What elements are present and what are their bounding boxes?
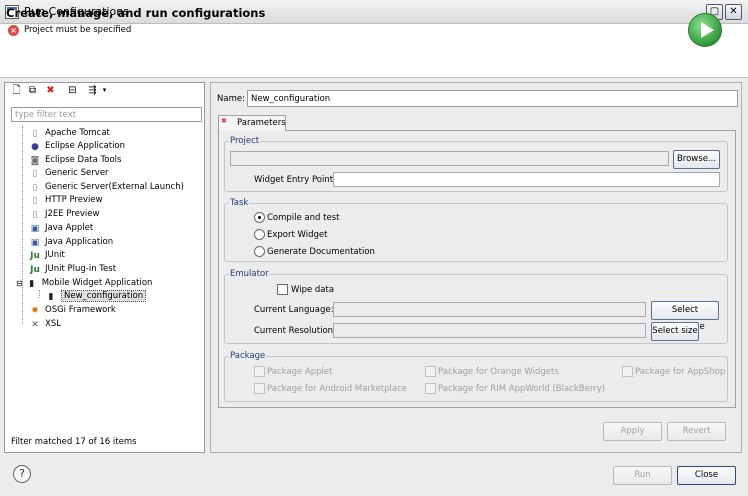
project-field [230, 151, 669, 166]
tab-parameters-label: Parameters [237, 118, 286, 128]
tree-item-xsl[interactable]: ✕ XSL [30, 318, 61, 331]
package-applet-checkbox[interactable] [254, 366, 265, 377]
junit-plugin-icon: Ju [30, 264, 40, 275]
mobile-widget-icon: ▮ [48, 291, 54, 302]
tree-item-junit-plugin[interactable]: Ju JUnit Plug-in Test [30, 263, 116, 276]
tree-item-osgi-framework[interactable]: ✹ OSGi Framework [30, 304, 116, 317]
package-appshop-checkbox[interactable] [622, 366, 633, 377]
database-icon: ◙ [30, 155, 40, 166]
server-icon: ▯ [32, 195, 38, 206]
tree-item-eclipse-application[interactable]: ● Eclipse Application [30, 140, 125, 153]
server-icon: ▯ [32, 168, 38, 179]
package-rim-checkbox[interactable] [425, 383, 436, 394]
package-orange-label: Package for Orange Widgets [438, 367, 559, 377]
tree-item-http-preview[interactable]: ▯ HTTP Preview [30, 194, 103, 207]
header-message: Project must be specified [24, 25, 132, 35]
error-icon: ✖ [221, 117, 227, 125]
applet-icon: ▣ [30, 223, 40, 234]
revert-button[interactable]: Revert [667, 422, 726, 441]
package-android-checkbox[interactable] [254, 383, 265, 394]
junit-icon: Ju [30, 250, 40, 261]
error-icon: × [8, 25, 19, 36]
run-banner-icon [688, 13, 722, 47]
package-group [224, 356, 728, 402]
delete-config-icon[interactable]: ✖ [44, 84, 57, 97]
tree-item-generic-server-external[interactable]: ▯ Generic Server(External Launch) [30, 181, 184, 194]
duplicate-config-icon[interactable]: ⧉ [26, 84, 39, 97]
package-appshop-label: Package for AppShop [635, 367, 726, 377]
current-language-field [333, 302, 646, 317]
run-button[interactable]: Run [613, 466, 672, 485]
chevron-down-icon[interactable]: ▾ [98, 84, 111, 97]
package-orange-checkbox[interactable] [425, 366, 436, 377]
tomcat-icon: ▯ [32, 128, 38, 139]
package-android-label: Package for Android Marketplace [267, 384, 407, 394]
radio-compile-and-test[interactable] [254, 212, 265, 223]
wipe-data-checkbox[interactable] [277, 284, 288, 295]
tree-item-generic-server[interactable]: ▯ Generic Server [30, 167, 109, 180]
filter-input[interactable] [11, 107, 202, 122]
tree-item-eclipse-data-tools[interactable]: ◙ Eclipse Data Tools [30, 154, 122, 167]
entry-point-field[interactable] [333, 172, 720, 187]
name-label: Name: [217, 94, 245, 104]
tree-item-apache-tomcat[interactable]: ▯ Apache Tomcat [30, 127, 110, 140]
eclipse-icon: ● [31, 141, 39, 152]
osgi-icon: ✹ [31, 305, 39, 316]
close-window-button[interactable]: ✕ [725, 4, 742, 20]
tree-item-junit[interactable]: Ju JUnit [30, 249, 65, 262]
tree-item-j2ee-preview[interactable]: ▯ J2EE Preview [30, 208, 100, 221]
filter-status: Filter matched 17 of 16 items [11, 437, 137, 447]
entry-point-label: Widget Entry Point: [254, 175, 336, 185]
radio-compile-and-test-label: Compile and test [267, 213, 340, 223]
header-title: Create, manage, and run configurations [6, 6, 266, 20]
emulator-group-title: Emulator [229, 269, 270, 279]
close-button[interactable]: Close [677, 466, 736, 485]
radio-export-widget[interactable] [254, 229, 265, 240]
package-rim-label: Package for RIM AppWorld (BlackBerry) [438, 384, 605, 394]
current-resolution-field [333, 323, 646, 338]
server-icon: ▯ [32, 209, 38, 220]
tree-guide-line [39, 290, 40, 298]
xsl-icon: ✕ [31, 319, 39, 330]
select-language-button[interactable]: Select language [651, 301, 719, 332]
java-app-icon: ▣ [30, 237, 40, 248]
radio-export-widget-label: Export Widget [267, 230, 328, 240]
current-language-label: Current Language: [254, 305, 334, 315]
task-group-title: Task [229, 198, 250, 208]
current-resolution-label: Current Resolution: [254, 326, 336, 336]
package-applet-label: Package Applet [267, 367, 333, 377]
collapse-all-icon[interactable]: ⊟ [66, 84, 79, 97]
radio-generate-documentation-label: Generate Documentation [267, 247, 375, 257]
package-group-title: Package [229, 351, 267, 361]
tree-item-new-configuration[interactable]: ▮ New_configuration [46, 290, 147, 303]
wipe-data-label: Wipe data [291, 285, 335, 295]
tree-item-java-application[interactable]: ▣ Java Application [30, 236, 113, 249]
select-size-button[interactable]: Select size [651, 322, 699, 341]
server-icon: ▯ [32, 182, 38, 193]
project-group-title: Project [229, 136, 261, 146]
name-input[interactable] [247, 90, 738, 107]
radio-generate-documentation[interactable] [254, 246, 265, 257]
tree-item-java-applet[interactable]: ▣ Java Applet [30, 222, 93, 235]
browse-button[interactable]: Browse... [673, 150, 720, 169]
mobile-widget-icon: ▮ [29, 278, 35, 289]
expand-toggle-icon[interactable]: ⊟ [16, 277, 24, 290]
help-icon[interactable]: ? [13, 465, 31, 483]
tree-guide-line [22, 126, 23, 324]
tree-item-mobile-widget-application[interactable]: ⊟ ▮ Mobile Widget Application [16, 277, 152, 290]
new-config-icon[interactable]: 🗋 [10, 84, 23, 97]
apply-button[interactable]: Apply [603, 422, 662, 441]
